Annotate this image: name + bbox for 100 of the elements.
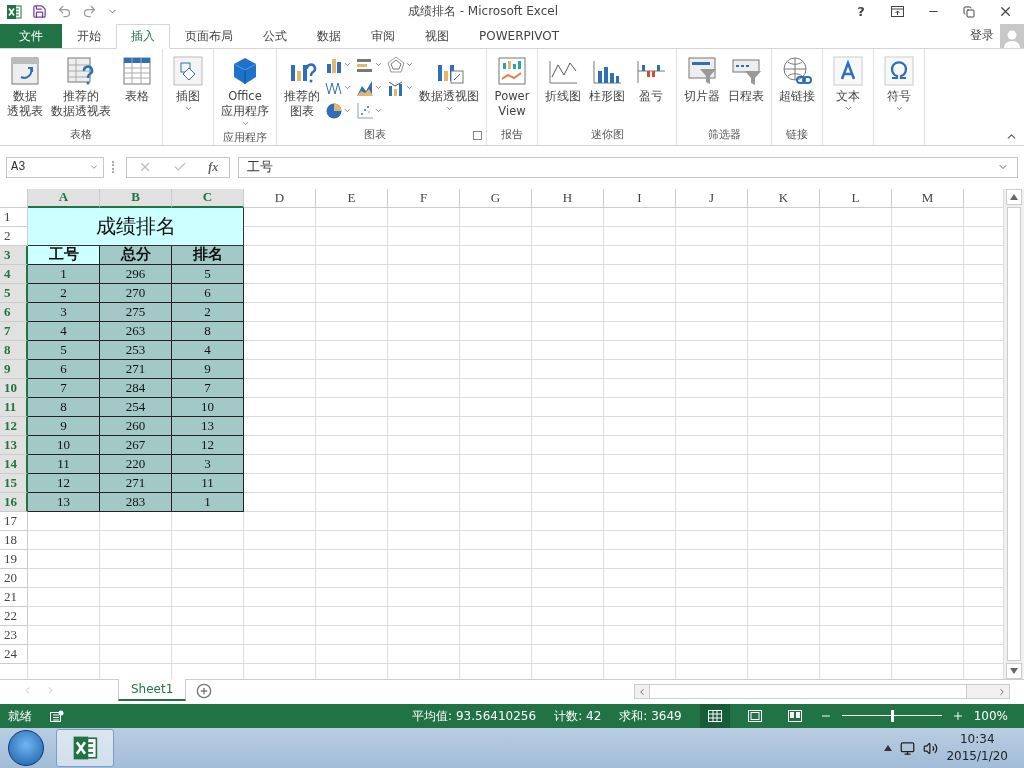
scroll-thumb[interactable] [649, 685, 967, 699]
grid-cell [388, 226, 460, 246]
zoom-in-icon[interactable] [951, 710, 964, 723]
grid-cell [100, 568, 172, 588]
grid-cell [532, 454, 604, 474]
grid-cell [460, 226, 532, 246]
column-header[interactable]: M [892, 188, 964, 208]
grid-cell [100, 511, 172, 531]
ribbon-button[interactable]: 数据 透视表 [4, 52, 46, 121]
ribbon-button[interactable]: 柱形图 [586, 52, 628, 106]
grid-cell [748, 245, 820, 265]
column-header[interactable]: L [820, 188, 892, 208]
name-box[interactable]: A3 [6, 156, 104, 178]
scroll-left-icon[interactable] [637, 686, 647, 697]
scroll-down-button[interactable] [1006, 663, 1022, 680]
grid-cell [316, 321, 388, 341]
grid-cell [604, 492, 676, 512]
ribbon-button[interactable]: 数据透视图 [416, 52, 482, 115]
ribbon-tab[interactable]: 插入 [116, 23, 170, 49]
column-header[interactable]: K [748, 188, 820, 208]
help-button[interactable]: ? [848, 1, 874, 22]
ribbon-button[interactable]: 盈亏 [630, 52, 672, 106]
grid-cell [244, 549, 316, 569]
grid-cell [748, 511, 820, 531]
up-arrow-icon [1010, 193, 1018, 200]
grid-cell [532, 207, 604, 227]
volume-icon[interactable] [923, 740, 939, 756]
ribbon-button[interactable]: 切片器 [681, 52, 723, 106]
column-header[interactable]: B [100, 188, 172, 208]
ribbon-button[interactable]: 插图 [167, 52, 209, 115]
grid-cell [172, 549, 244, 569]
column-header[interactable]: F [388, 188, 460, 208]
grid-cell [604, 226, 676, 246]
tray-caret-icon[interactable] [884, 745, 893, 752]
ribbon-button[interactable]: Office 应用程序 [218, 52, 272, 130]
grid-cell [532, 226, 604, 246]
group-label: 应用程序 [222, 129, 268, 146]
column-header[interactable]: A [28, 188, 100, 208]
grid-cell [172, 606, 244, 626]
file-tab[interactable]: 文件 [0, 23, 62, 48]
column-header[interactable]: I [604, 188, 676, 208]
zoom-level[interactable]: 100% [973, 709, 1008, 724]
restore-icon[interactable] [963, 5, 975, 18]
scroll-thumb[interactable] [1007, 206, 1021, 662]
ribbon-button[interactable]: 文本 [827, 52, 869, 115]
insert-function-button[interactable]: fx [208, 159, 219, 175]
grid-cell [604, 606, 676, 626]
dialog-launcher-icon[interactable] [473, 131, 482, 141]
shapes-icon [172, 54, 204, 87]
ribbon-button[interactable]: 符号 [878, 52, 920, 115]
column-header[interactable]: G [460, 188, 532, 208]
chart-type-button[interactable] [356, 100, 383, 121]
grid-cell [676, 226, 748, 246]
scroll-right-icon[interactable] [997, 686, 1007, 697]
column-header[interactable]: H [532, 188, 604, 208]
grid-cell [460, 568, 532, 588]
start-button[interactable] [8, 730, 44, 767]
taskbar-clock[interactable]: 10:34 2015/1/20 [946, 731, 1016, 766]
ribbon-button[interactable]: 折线图 [542, 52, 584, 106]
ribbon-display-icon[interactable] [890, 6, 904, 18]
grid-cell [676, 283, 748, 303]
view-button[interactable] [699, 704, 730, 729]
grid-cell [532, 625, 604, 645]
horizontal-scrollbar[interactable] [634, 684, 1010, 700]
grid-cell [604, 511, 676, 531]
undo-icon[interactable] [57, 4, 72, 20]
network-icon[interactable] [900, 740, 916, 756]
column-header[interactable]: E [316, 188, 388, 208]
grid-cell [820, 378, 892, 398]
redo-icon[interactable] [82, 4, 97, 20]
column-header[interactable]: C [172, 188, 244, 208]
grid-cell [820, 340, 892, 360]
column-header[interactable]: J [676, 188, 748, 208]
add-sheet-icon[interactable] [196, 683, 213, 700]
group-label: 表格 [69, 126, 93, 143]
grid-cell [388, 435, 460, 455]
formula-field[interactable]: 工号 [238, 156, 1018, 178]
vertical-scrollbar[interactable] [1003, 188, 1024, 680]
scroll-up-button[interactable] [1006, 188, 1022, 205]
grid-cell [172, 511, 244, 531]
grid-cell [316, 568, 388, 588]
taskbar-app-button[interactable] [56, 729, 114, 768]
zoom-thumb[interactable] [890, 710, 894, 723]
grid-cell [460, 492, 532, 512]
ribbon-button[interactable]: 表格 [116, 52, 158, 106]
ribbon-button[interactable]: 超链接 [776, 52, 818, 106]
save-icon[interactable] [32, 4, 47, 20]
ribbon-button[interactable]: 日程表 [725, 52, 767, 106]
ribbon-button[interactable]: 推荐的 数据透视表 [48, 52, 114, 121]
grid-cell [316, 530, 388, 550]
sheet-tab[interactable]: Sheet1 [118, 679, 187, 702]
funnel-icon [686, 54, 718, 87]
grid-cell [604, 416, 676, 436]
sign-in-link[interactable]: 登录 [964, 23, 1000, 48]
chart-type-button[interactable] [387, 54, 414, 75]
ribbon-button[interactable]: 推荐的 图表 [281, 52, 323, 121]
ribbon-button[interactable]: Power View [491, 52, 533, 121]
grid-cell [748, 416, 820, 436]
column-header[interactable]: D [244, 188, 316, 208]
status-stat: 求和: 3649 [619, 707, 682, 725]
